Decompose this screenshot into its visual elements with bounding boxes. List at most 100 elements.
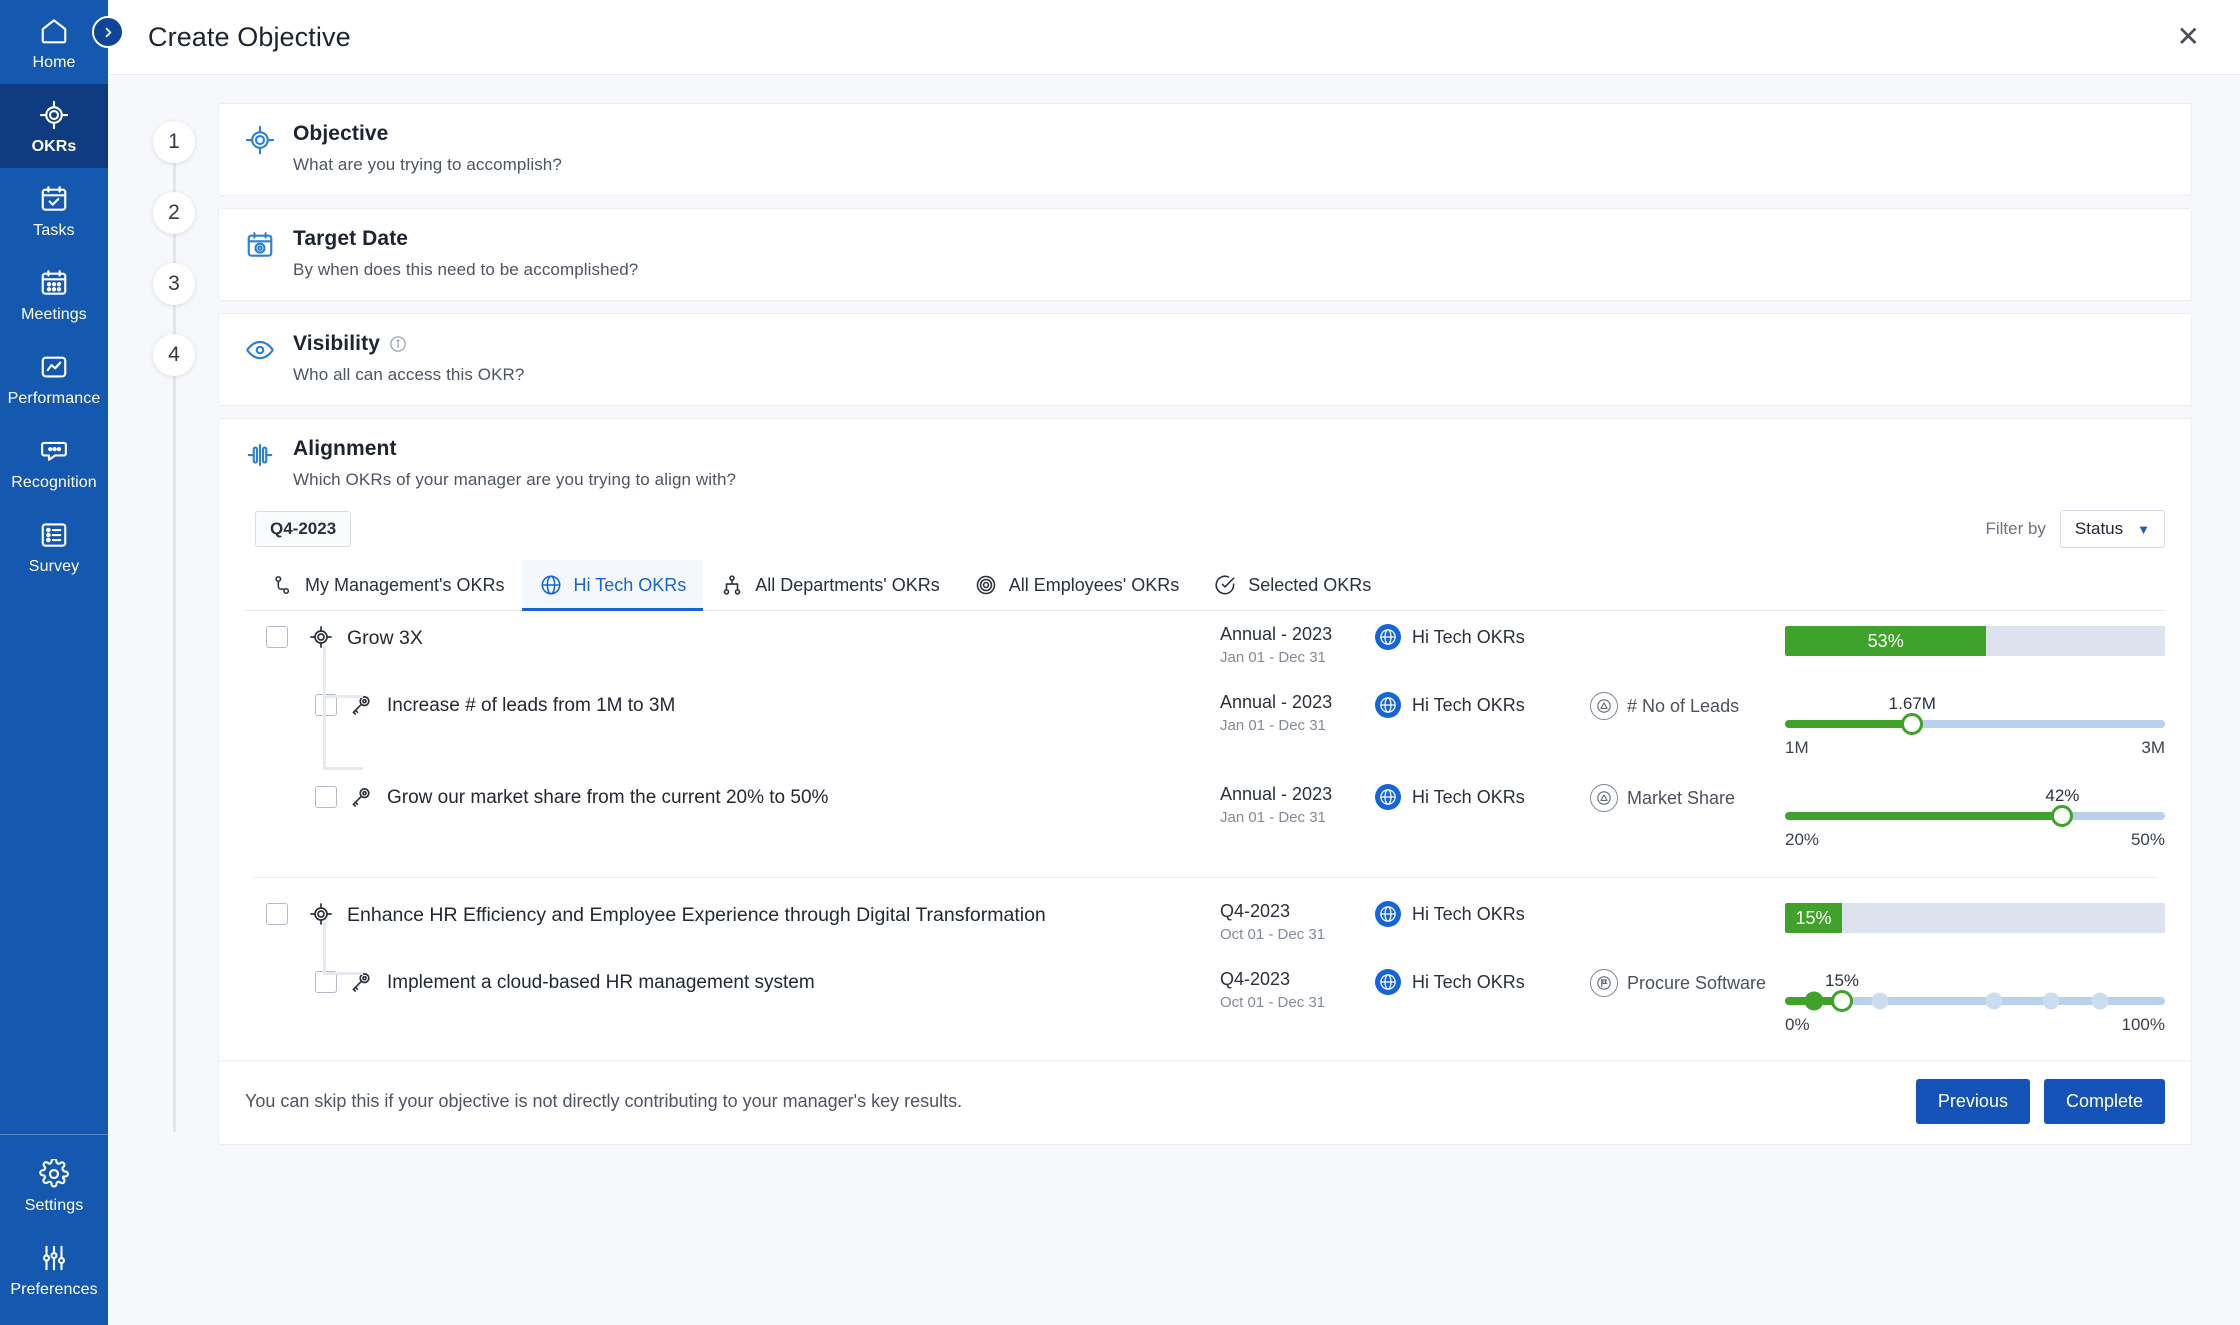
home-icon: [37, 14, 71, 48]
close-icon[interactable]: ✕: [2169, 19, 2208, 55]
period-label: Q4-2023: [1220, 901, 1291, 921]
progress-bar-fill: 15%: [1785, 903, 1842, 933]
milestone-dot[interactable]: [1804, 991, 1823, 1011]
metric-label: # No of Leads: [1627, 695, 1740, 716]
row-metric-cell: # No of Leads: [1590, 692, 1785, 720]
step-texts: Visibility Who all can access this OKR?: [293, 332, 524, 385]
objective-row[interactable]: Grow 3X Annual - 2023 Jan 01 - Dec 31 Hi Te…: [245, 611, 2165, 679]
globe-icon: [1375, 692, 1401, 718]
modal-body: 1 2 3 4 Objective What are you trying to acc…: [108, 75, 2240, 1325]
triangle-circle-icon: [1590, 692, 1618, 720]
milestone-dot[interactable]: [1985, 992, 2003, 1010]
sidebar-item-okrs[interactable]: OKRs: [0, 84, 108, 168]
row-metric-cell: Procure Software: [1590, 969, 1785, 997]
sidebar-item-settings[interactable]: Settings: [0, 1143, 108, 1227]
chevron-down-icon: ▼: [2137, 521, 2150, 537]
row-name: Implement a cloud-based HR management sy…: [387, 972, 815, 993]
okr-group: Enhance HR Efficiency and Employee Exper…: [245, 877, 2165, 1048]
tab-all-departments-okrs[interactable]: All Departments' OKRs: [703, 560, 957, 610]
alignment-texts: Alignment Which OKRs of your manager are…: [293, 437, 736, 490]
progress-bar-label: 15%: [1795, 907, 1832, 928]
row-name-cell: Grow 3X: [309, 624, 1220, 652]
slider-track[interactable]: [1785, 990, 2165, 1012]
sidebar-item-home[interactable]: Home: [0, 0, 108, 84]
main-panel: Create Objective ✕ 1 2 3 4 Objective What ar…: [108, 0, 2240, 1325]
row-checkbox-cell: [245, 901, 309, 925]
tab-label: My Management's OKRs: [305, 574, 505, 595]
slider-fill: [1785, 720, 1913, 728]
tab-all-employees-okrs[interactable]: All Employees' OKRs: [957, 560, 1197, 610]
sidebar-item-performance[interactable]: Performance: [0, 336, 108, 420]
owner-label: Hi Tech OKRs: [1412, 903, 1525, 924]
slider-knob[interactable]: [2051, 805, 2074, 827]
tab-my-management-s-okrs[interactable]: My Management's OKRs: [253, 560, 522, 610]
sidebar-item-preferences[interactable]: Preferences: [0, 1227, 108, 1311]
milestone-dot[interactable]: [1871, 992, 1889, 1010]
tree-connector-horizontal: [323, 695, 363, 698]
sidebar-bottom-items: Settings Preferences: [0, 1134, 108, 1325]
slider-track[interactable]: [1785, 713, 2165, 735]
milestone-dot[interactable]: [2042, 992, 2060, 1010]
objective-target-icon: [309, 902, 335, 926]
key-icon: [349, 785, 375, 809]
tab-selected-okrs[interactable]: Selected OKRs: [1196, 560, 1388, 610]
alignment-card: Alignment Which OKRs of your manager are…: [218, 418, 2192, 1145]
calendar-target-icon: [245, 230, 279, 260]
status-filter-select[interactable]: Status ▼: [2059, 510, 2165, 548]
list-icon: [37, 518, 71, 552]
sidebar-item-meetings[interactable]: Meetings: [0, 252, 108, 336]
sidebar-item-survey[interactable]: Survey: [0, 504, 108, 588]
target-icon: [37, 98, 71, 132]
alignment-card-header: Alignment Which OKRs of your manager are…: [219, 419, 2191, 500]
row-owner-cell: Hi Tech OKRs: [1375, 784, 1590, 810]
period-dates: Oct 01 - Dec 31: [1220, 926, 1326, 943]
key-result-row[interactable]: Implement a cloud-based HR management sy…: [245, 956, 2165, 1048]
step-card-objective[interactable]: Objective What are you trying to accompli…: [218, 103, 2192, 196]
stepper-wrapper: 1 2 3 4 Objective What are you trying to acc…: [108, 75, 2240, 1157]
slider-knob[interactable]: [1831, 990, 1853, 1012]
step-title-text: Target Date: [293, 227, 409, 250]
slider-end-label: 50%: [2130, 830, 2165, 849]
progress-slider: 42% 20% 50%: [1785, 786, 2165, 850]
key-result-row[interactable]: Increase # of leads from 1M to 3M Annual …: [245, 679, 2165, 771]
step-title: Objective: [293, 122, 562, 146]
gear-icon: [37, 1157, 71, 1191]
info-icon[interactable]: [389, 335, 407, 353]
sidebar-collapse-button[interactable]: [92, 16, 124, 48]
row-name: Enhance HR Efficiency and Employee Exper…: [347, 904, 1046, 926]
progress-bar: 15%: [1785, 903, 2165, 933]
row-progress-cell: 42% 20% 50%: [1785, 784, 2165, 850]
milestone-flag-icon: [1590, 969, 1618, 997]
slider-knob[interactable]: [1901, 713, 1924, 735]
tab-hi-tech-okrs[interactable]: Hi Tech OKRs: [521, 560, 704, 611]
row-name-cell: Enhance HR Efficiency and Employee Exper…: [309, 901, 1220, 929]
step-card-target-date[interactable]: Target Date By when does this need to be …: [218, 208, 2192, 301]
row-checkbox[interactable]: [266, 626, 288, 648]
triangle-circle-icon: [1590, 784, 1618, 812]
okr-group: Grow 3X Annual - 2023 Jan 01 - Dec 31 Hi Te…: [245, 611, 2165, 863]
row-owner-cell: Hi Tech OKRs: [1375, 692, 1590, 718]
complete-button[interactable]: Complete: [2043, 1079, 2165, 1124]
progress-bar-label: 53%: [1867, 630, 1904, 651]
row-period-cell: Q4-2023 Oct 01 - Dec 31: [1220, 901, 1375, 943]
tab-label: All Departments' OKRs: [755, 574, 940, 595]
row-checkbox[interactable]: [266, 903, 288, 925]
sidebar-item-recognition[interactable]: Recognition: [0, 420, 108, 504]
row-progress-cell: 53%: [1785, 624, 2165, 656]
chart-icon: [37, 350, 71, 384]
slider-endpoints: 1M 3M: [1785, 738, 2165, 758]
sidebar-divider: [0, 1134, 108, 1135]
step-card-visibility[interactable]: Visibility Who all can access this OKR?: [218, 313, 2192, 406]
key-result-row[interactable]: Grow our market share from the current 2…: [245, 771, 2165, 863]
sidebar-item-tasks[interactable]: Tasks: [0, 168, 108, 252]
slider-track[interactable]: [1785, 805, 2165, 827]
row-checkbox[interactable]: [315, 786, 337, 808]
quarter-chip[interactable]: Q4-2023: [255, 511, 352, 547]
tab-label: Selected OKRs: [1248, 574, 1372, 595]
row-period-cell: Q4-2023 Oct 01 - Dec 31: [1220, 969, 1375, 1011]
previous-button[interactable]: Previous: [1915, 1079, 2030, 1124]
milestone-dot[interactable]: [2091, 992, 2109, 1010]
progress-slider: 15% 0% 100%: [1785, 971, 2165, 1035]
objective-row[interactable]: Enhance HR Efficiency and Employee Exper…: [245, 888, 2165, 956]
slider-value-label: 42%: [2045, 786, 2080, 805]
